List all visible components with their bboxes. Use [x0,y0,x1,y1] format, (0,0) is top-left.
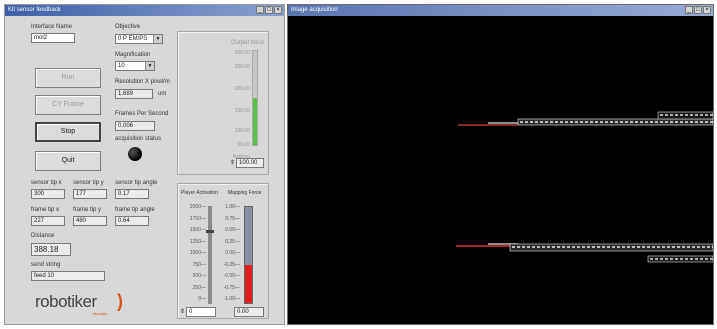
force-range-panel: Output force 300.00 250.00 200.00 150.00… [177,31,269,175]
mapping-force-tick-2: 0.50— [225,227,240,233]
logo-text: robotiker [35,292,97,311]
distance-field: 388.18 [31,243,71,256]
sensor-tip-angle-field: 0.17 [115,189,149,199]
left-window-titlebar[interactable]: Kit sensor feedback _ □ × [5,5,284,16]
sensor-feedback-window: Kit sensor feedback _ □ × Interface Name… [4,4,285,325]
magnification-select[interactable]: 10 ▼ [115,61,155,71]
mapping-force-value-field: 0.00 [234,307,264,317]
minimize-button[interactable]: _ [685,6,693,14]
frame-tip-y-label: frame tip y [73,207,102,213]
resolution-field: 1.689 [115,89,153,99]
sensor-tip-angle-label: sensor tip angle [115,180,158,186]
chevron-down-icon[interactable]: ▼ [153,35,162,43]
sensor-tip-x-label: sensor tip x [31,180,62,186]
magnification-label: Magnification [115,52,151,58]
left-window-title: Kit sensor feedback [8,7,61,13]
player-activation-tick-3: 1250— [189,238,206,245]
frame-tip-angle-field: 0.64 [115,216,149,226]
microscope-image [456,111,714,263]
objective-label: Objective [115,24,141,30]
player-activation-tick-5: 750— [192,261,206,268]
mapping-force-label: Mapping Force [228,190,262,196]
mapping-force-track [244,206,253,304]
close-button[interactable]: × [703,6,711,14]
mapping-force-tick-3: 0.25— [225,238,240,245]
mapping-force-tick-0: 1.00— [225,204,240,210]
mapping-force-fill [245,264,252,303]
mapping-force-tick-8: -1.00— [223,296,240,302]
sensor-tip-y-label: sensor tip y [73,180,104,186]
robotiker-logo: robotiker ) tecnalia [35,291,125,318]
mapping-force-tick-6: -0.50— [223,273,240,279]
maximize-button[interactable]: □ [265,6,273,14]
frame-tip-x-label: frame tip x [31,207,60,213]
camera-view[interactable] [288,16,714,324]
player-activation-tick-4: 1000— [189,250,206,256]
sensor-tip-x-field: 300 [31,189,65,199]
player-activation-scale: 2000— 1750— 1500— 1250— 1000— 750— 500— 250— 0— [180,204,206,304]
player-activation-track[interactable] [208,206,212,304]
run-button[interactable]: Run [35,68,101,88]
player-activation-tick-7: 250— [192,284,206,291]
fps-field: 0.006 [115,121,155,131]
resolution-label: Resolution X pixel/m [115,79,170,85]
player-activation-value-field[interactable]: 0 [186,307,216,317]
force-tick-3: 150.00 [234,108,250,114]
force-tick-4: 100.00 [234,128,250,134]
maximize-button[interactable]: □ [694,6,702,14]
player-activation-tick-6: 500— [192,273,206,279]
resolution-unit: um [158,91,167,97]
acquisition-status-led [128,147,142,161]
send-string-field: feed 10 [31,271,105,281]
cy-frame-button[interactable]: CY Frame [35,95,101,115]
image-acquisition-window: Image acquisition _ □ × [287,4,714,325]
player-activation-tick-0: 2000— [189,204,206,210]
activation-stepper-icon[interactable]: ⇕ [180,308,185,315]
mapping-force-tick-4: 0.00— [225,250,240,256]
force-tick-2: 200.00 [234,86,250,92]
player-activation-tick-2: 1500— [189,227,206,233]
quit-button[interactable]: Quit [35,151,101,171]
minimize-button[interactable]: _ [256,6,264,14]
objective-value: 0 P EM/PS [118,36,148,42]
force-range-label: Output force [230,40,264,46]
interface-name-field[interactable]: mol2 [31,33,75,43]
objective-select[interactable]: 0 P EM/PS ▼ [115,34,163,44]
mapping-force-scale: 1.00— 0.75— 0.50— 0.25— 0.00— -0.25— -0.50— -0.… [216,204,240,304]
player-activation-tick-8: 0— [198,296,206,302]
player-activation-label: Player Activation [181,190,218,196]
force-tick-0: 300.00 [234,50,250,56]
force-scale: 300.00 250.00 200.00 150.00 100.00 50.00… [186,50,250,160]
frame-tip-x-field: 227 [31,216,65,226]
send-string-label: send string [31,262,61,268]
mapping-force-tick-7: -0.75— [223,284,240,291]
frame-tip-angle-label: frame tip angle [115,207,155,213]
chevron-down-icon[interactable]: ▼ [145,62,154,70]
stop-button[interactable]: Stop [35,122,101,142]
magnification-value: 10 [118,63,125,69]
player-activation-slider-thumb[interactable] [206,229,214,233]
force-value-field[interactable]: 100.00 [236,158,264,168]
mapping-force-tick-1: 0.75— [225,215,240,222]
acquisition-status-label: acquisition status [115,136,162,142]
right-window-titlebar[interactable]: Image acquisition _ □ × [288,5,713,16]
logo-subtext: tecnalia [93,311,107,316]
force-stepper-icon[interactable]: ⇕ [230,159,235,166]
force-bar-fill [253,98,257,145]
frame-tip-y-field: 480 [73,216,107,226]
fps-label: Frames Per Second [115,111,169,117]
logo-swoosh-icon: ) [117,291,123,311]
right-window-title: Image acquisition [291,7,338,13]
distance-label: Distance [31,233,55,239]
force-bar-track [252,50,258,146]
interface-name-label: Interface Name [31,24,73,30]
close-button[interactable]: × [274,6,282,14]
activation-panel: Player Activation Mapping Force 2000— 175… [177,183,269,319]
sensor-tip-y-field: 177 [73,189,107,199]
player-activation-tick-1: 1750— [189,215,206,222]
force-tick-1: 250.00 [234,64,250,70]
mapping-force-tick-5: -0.25— [223,261,240,268]
force-tick-5: 50.00 [237,142,250,148]
